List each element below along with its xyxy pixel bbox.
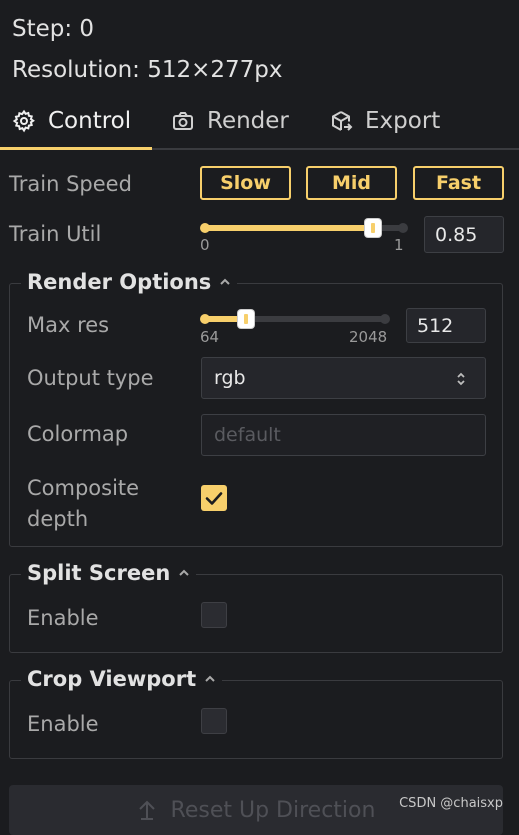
tab-export-label: Export bbox=[365, 108, 441, 134]
active-tab-indicator bbox=[0, 147, 152, 150]
train-util-fill bbox=[205, 225, 373, 231]
fast-button[interactable]: Fast bbox=[413, 166, 504, 200]
max-res-slider-handle[interactable] bbox=[238, 310, 254, 328]
composite-depth-label: Composite depth bbox=[27, 476, 140, 531]
watermark: CSDN @chaisxp bbox=[399, 796, 503, 811]
train-util-max: 1 bbox=[394, 236, 404, 254]
max-res-label: Max res bbox=[27, 313, 110, 337]
colormap-placeholder: default bbox=[214, 424, 281, 446]
select-chevron-icon bbox=[455, 370, 467, 392]
resolution-readout: Resolution: 512×277px bbox=[12, 57, 283, 83]
train-speed-label: Train Speed bbox=[9, 172, 132, 196]
output-type-label: Output type bbox=[27, 366, 154, 390]
crop-viewport-header[interactable]: Crop Viewport bbox=[21, 667, 223, 691]
colormap-select[interactable]: default bbox=[201, 414, 486, 456]
arrow-up-icon bbox=[137, 799, 157, 821]
chevron-up-icon bbox=[219, 276, 231, 288]
crop-viewport-enable-checkbox[interactable] bbox=[201, 708, 227, 734]
reset-up-direction-label: Reset Up Direction bbox=[170, 797, 376, 823]
output-type-value: rgb bbox=[214, 367, 246, 389]
tab-export[interactable]: Export bbox=[329, 96, 440, 146]
mid-button[interactable]: Mid bbox=[306, 166, 397, 200]
output-type-select[interactable]: rgb bbox=[201, 357, 486, 399]
tab-render[interactable]: Render bbox=[171, 96, 289, 146]
composite-depth-checkbox[interactable] bbox=[201, 485, 227, 511]
camera-icon bbox=[171, 109, 195, 133]
crop-viewport-enable-label: Enable bbox=[27, 712, 99, 736]
split-screen-title: Split Screen bbox=[27, 561, 171, 585]
train-util-label: Train Util bbox=[9, 222, 102, 246]
max-res-min: 64 bbox=[200, 328, 220, 346]
tab-control-label: Control bbox=[48, 108, 132, 134]
tab-render-label: Render bbox=[207, 108, 289, 134]
tab-bar: Control Render Export bbox=[0, 96, 519, 150]
train-util-input[interactable]: 0.85 bbox=[424, 216, 504, 253]
train-util-min: 0 bbox=[200, 236, 210, 254]
render-options-title: Render Options bbox=[27, 270, 212, 294]
gear-icon bbox=[12, 109, 36, 133]
render-options-header[interactable]: Render Options bbox=[21, 270, 238, 294]
split-screen-header[interactable]: Split Screen bbox=[21, 561, 197, 585]
colormap-label: Colormap bbox=[27, 422, 129, 446]
slow-button[interactable]: Slow bbox=[200, 166, 291, 200]
split-screen-enable-checkbox[interactable] bbox=[201, 602, 227, 628]
split-screen-enable-label: Enable bbox=[27, 606, 99, 630]
crop-viewport-title: Crop Viewport bbox=[27, 667, 197, 691]
max-res-max: 2048 bbox=[349, 328, 388, 346]
chevron-up-icon bbox=[204, 673, 216, 685]
export-cube-icon bbox=[329, 109, 353, 133]
chevron-up-icon bbox=[178, 567, 190, 579]
train-util-slider-handle[interactable] bbox=[365, 219, 381, 237]
tab-control[interactable]: Control bbox=[12, 96, 131, 146]
checkmark-icon bbox=[205, 492, 223, 505]
step-readout: Step: 0 bbox=[12, 16, 95, 42]
max-res-input[interactable]: 512 bbox=[406, 308, 486, 343]
